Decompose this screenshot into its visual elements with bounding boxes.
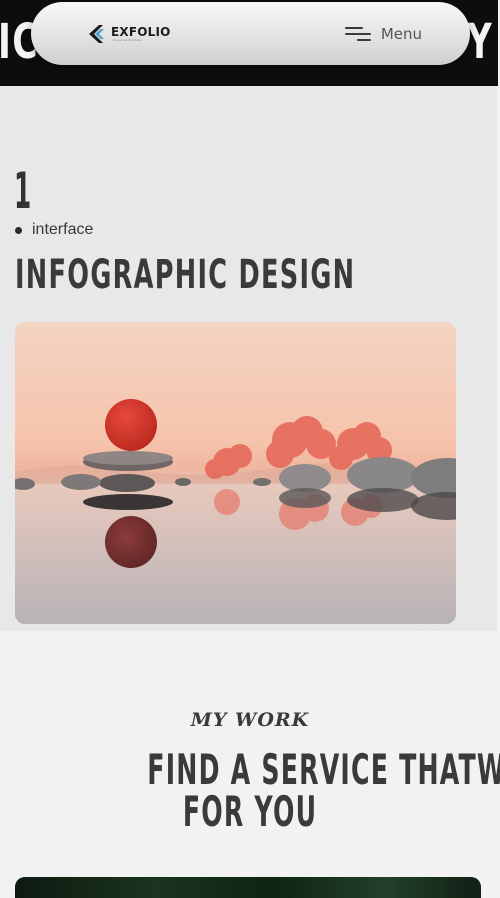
page: ICE Y EXFOLIO Personal Portfolio Menu 1 …: [0, 0, 500, 898]
menu-button[interactable]: Menu: [344, 20, 422, 48]
menu-label: Menu: [380, 25, 422, 43]
service-card: 1 interface INFOGRAPHIC DESIGN: [0, 86, 497, 678]
section-heading-line-1: FIND A SERVICE THATWORKS: [147, 745, 500, 794]
bullet-dot-icon: [15, 226, 22, 234]
my-work-section: MY WORK FIND A SERVICE THATWORKS FOR YOU: [0, 631, 500, 898]
hamburger-icon: [344, 25, 371, 43]
logo-text: EXFOLIO: [111, 25, 171, 39]
exfolio-logo-icon: [89, 25, 104, 43]
service-tag: interface: [15, 221, 93, 239]
service-title: INFOGRAPHIC DESIGN: [15, 252, 356, 298]
service-image[interactable]: [15, 322, 456, 624]
service-number: 1: [14, 162, 32, 220]
zen-stones-illustration: [15, 399, 456, 624]
section-heading: FIND A SERVICE THATWORKS FOR YOU: [0, 749, 500, 833]
header-nav: EXFOLIO Personal Portfolio Menu: [31, 2, 470, 65]
marquee-text-right: Y: [467, 14, 492, 70]
logo-tagline: Personal Portfolio: [113, 38, 143, 42]
service-tag-label: interface: [32, 221, 94, 238]
section-heading-line-2: FOR YOU: [182, 787, 318, 836]
work-card-image[interactable]: [15, 877, 481, 898]
logo-link[interactable]: EXFOLIO Personal Portfolio: [87, 22, 171, 46]
section-eyebrow: MY WORK: [190, 709, 310, 731]
